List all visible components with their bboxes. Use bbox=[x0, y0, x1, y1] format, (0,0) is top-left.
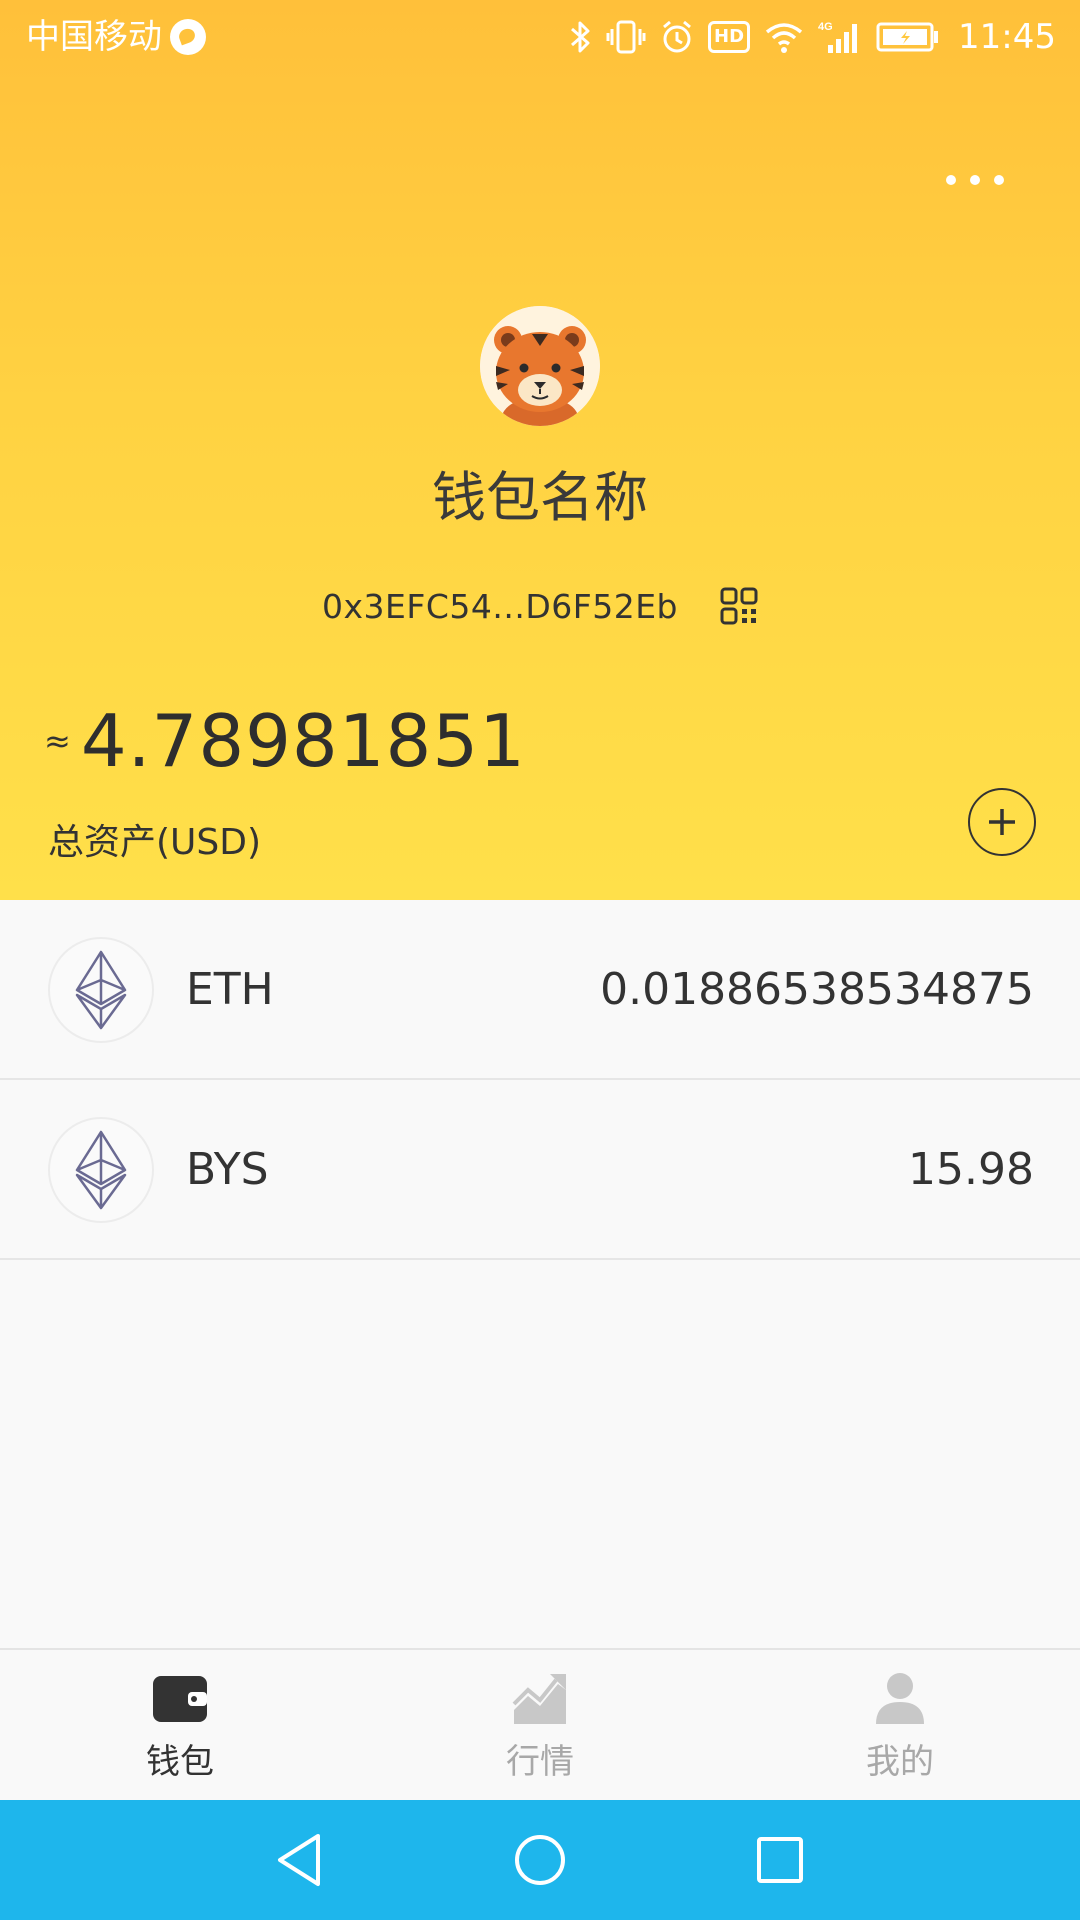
token-row-bys[interactable]: BYS 15.98 bbox=[0, 1080, 1080, 1260]
status-time: 11:45 bbox=[958, 17, 1056, 57]
wallet-icon bbox=[153, 1676, 207, 1722]
tab-wallet[interactable]: 钱包 bbox=[0, 1650, 360, 1800]
tiger-avatar-icon bbox=[480, 306, 600, 426]
system-nav-bar bbox=[0, 1800, 1080, 1920]
profile-icon bbox=[876, 1673, 924, 1724]
token-symbol: BYS bbox=[186, 1144, 269, 1195]
more-dot bbox=[970, 175, 980, 185]
approx-symbol: ≈ bbox=[44, 722, 71, 760]
carrier-name: 中国移动 bbox=[26, 17, 162, 57]
signal-icon: 4G bbox=[818, 21, 858, 53]
wallet-address[interactable]: 0x3EFC54...D6F52Eb bbox=[322, 587, 678, 626]
total-assets-label: 总资产(USD) bbox=[48, 822, 262, 863]
tab-label: 我的 bbox=[866, 1742, 934, 1782]
tab-label: 行情 bbox=[506, 1742, 574, 1782]
hd-icon: HD bbox=[708, 21, 751, 53]
home-circle-icon[interactable] bbox=[510, 1830, 570, 1890]
wallet-avatar[interactable] bbox=[480, 306, 600, 426]
battery-icon bbox=[876, 22, 939, 52]
token-list: ETH 0.01886538534875 BYS 15.98 bbox=[0, 900, 1080, 1260]
more-dot bbox=[994, 175, 1004, 185]
token-balance: 0.01886538534875 bbox=[600, 964, 1034, 1015]
add-token-button[interactable] bbox=[968, 788, 1036, 856]
plus-circle-icon bbox=[989, 809, 1015, 835]
bottom-tab-bar: 钱包 行情 我的 bbox=[0, 1648, 1080, 1800]
wifi-icon bbox=[765, 23, 803, 53]
wallet-address-row: 0x3EFC54...D6F52Eb bbox=[0, 580, 1080, 632]
tab-profile[interactable]: 我的 bbox=[720, 1650, 1080, 1800]
token-row-eth[interactable]: ETH 0.01886538534875 bbox=[0, 900, 1080, 1080]
ethereum-icon bbox=[48, 937, 154, 1043]
status-bar: 中国移动 HD 4G 11:45 bbox=[0, 0, 1080, 74]
status-icons: HD 4G 11:45 bbox=[568, 14, 1056, 60]
bluetooth-icon bbox=[571, 21, 590, 53]
back-triangle-icon[interactable] bbox=[270, 1830, 330, 1890]
token-balance: 15.98 bbox=[908, 1144, 1034, 1195]
alarm-icon bbox=[663, 20, 691, 53]
wallet-header: 中国移动 HD 4G 11:45 钱包名称 0x3EFC54...D6F52Eb… bbox=[0, 0, 1080, 900]
ethereum-icon bbox=[48, 1117, 154, 1223]
total-balance-value: 4.78981851 bbox=[80, 699, 526, 783]
token-symbol: ETH bbox=[186, 964, 274, 1015]
wallet-name[interactable]: 钱包名称 bbox=[0, 462, 1080, 534]
more-dots-icon bbox=[946, 175, 956, 185]
more-menu-button[interactable] bbox=[940, 160, 1010, 200]
recents-square-icon[interactable] bbox=[750, 1830, 810, 1890]
vibrate-icon bbox=[606, 20, 646, 54]
tab-label: 钱包 bbox=[146, 1742, 214, 1782]
carrier: 中国移动 bbox=[26, 14, 206, 60]
qr-code-icon[interactable] bbox=[720, 587, 758, 625]
tab-market[interactable]: 行情 bbox=[360, 1650, 720, 1800]
market-chart-icon bbox=[512, 1674, 566, 1724]
total-balance: ≈ 4.78981851 bbox=[44, 696, 526, 786]
svg-text:4G: 4G bbox=[818, 21, 833, 33]
carrier-logo-icon bbox=[170, 19, 206, 55]
